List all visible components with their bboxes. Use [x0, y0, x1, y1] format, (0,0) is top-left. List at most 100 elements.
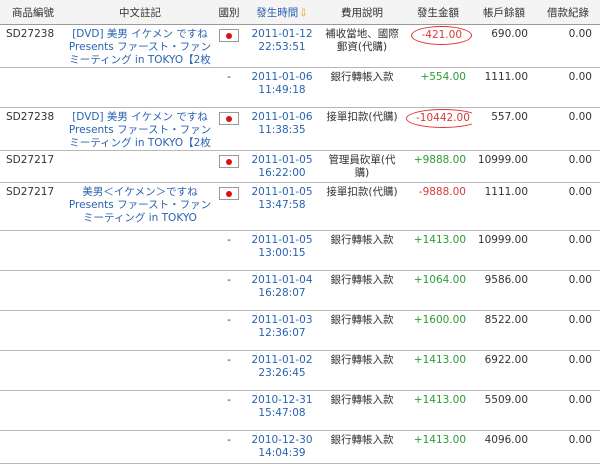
cell-time: 2010-12-30 14:04:39 [244, 430, 320, 464]
cell-time: 2010-12-31 15:47:08 [244, 390, 320, 431]
cell-item-note [66, 310, 214, 351]
cell-time: 2011-01-06 11:38:35 [244, 107, 320, 151]
time-clock: 13:47:58 [258, 199, 306, 211]
table-row: -2010-12-30 14:04:39 銀行轉帳入款 +1413.00 4096.00… [0, 430, 600, 464]
cell-item-note: [DVD] 美男 イケメン ですね Presents ファースト・ファンミーティ… [66, 107, 214, 151]
header-item-note: 中文註記 [66, 0, 214, 25]
cell-country [214, 182, 244, 231]
cell-loan: 0.00 [536, 67, 600, 108]
country-text: - [227, 234, 231, 246]
cell-time: 2011-01-06 11:49:18 [244, 67, 320, 108]
cell-product-id [0, 350, 66, 391]
cell-country: - [214, 270, 244, 311]
cell-product-id: SD27217 [0, 150, 66, 183]
table-row: -2011-01-04 16:28:07 銀行轉帳入款 +1064.00 9586.00… [0, 270, 600, 311]
cell-amount: -421.00 [404, 24, 472, 68]
cell-country [214, 24, 244, 68]
time-date: 2011-01-05 [251, 186, 313, 198]
table-body: SD27238 [DVD] 美男 イケメン ですね Presents ファースト・… [0, 24, 600, 464]
cell-amount: -10442.00 [404, 107, 472, 151]
time-clock: 23:26:45 [258, 367, 306, 379]
cell-time: 2011-01-05 13:47:58 [244, 182, 320, 231]
cell-description: 銀行轉帳入款 [320, 350, 404, 391]
time-date: 2011-01-12 [251, 28, 313, 40]
product-id-link[interactable]: SD27238 [6, 111, 54, 123]
time-date: 2011-01-02 [251, 354, 313, 366]
table-header: 商品編號 中文註記 國別 發生時間⇩ 費用說明 發生金額 帳戶餘額 借款紀錄 [0, 0, 600, 25]
cell-country [214, 150, 244, 183]
country-text: - [227, 394, 231, 406]
table-row: SD27238 [DVD] 美男 イケメン ですね Presents ファースト・… [0, 24, 600, 68]
product-id-link[interactable]: SD27238 [6, 28, 54, 40]
cell-product-id [0, 270, 66, 311]
cell-amount: +1413.00 [404, 390, 472, 431]
cell-country [214, 107, 244, 151]
cell-balance: 9586.00 [472, 270, 536, 311]
table-row: -2011-01-06 11:49:18 銀行轉帳入款 +554.00 1111.00 0… [0, 67, 600, 108]
amount-value: +1413.00 [413, 434, 466, 446]
table-row: -2011-01-05 13:00:15 銀行轉帳入款 +1413.00 10999.0… [0, 230, 600, 271]
amount-value: +9888.00 [413, 154, 466, 166]
product-id-link[interactable]: SD27217 [6, 186, 54, 198]
cell-balance: 10999.00 [472, 150, 536, 183]
time-clock: 22:53:51 [258, 41, 306, 53]
cell-product-id: SD27238 [0, 107, 66, 151]
cell-time: 2011-01-05 13:00:15 [244, 230, 320, 271]
time-date: 2011-01-05 [251, 154, 313, 166]
country-text: - [227, 71, 231, 83]
time-clock: 16:28:07 [258, 287, 306, 299]
table-row: SD27217 美男＜イケメン＞ですね Presents ファースト・ファンミーテ… [0, 182, 600, 231]
time-clock: 11:38:35 [258, 124, 306, 136]
cell-balance: 6922.00 [472, 350, 536, 391]
cell-amount: +9888.00 [404, 150, 472, 183]
cell-description: 銀行轉帳入款 [320, 310, 404, 351]
cell-loan: 0.00 [536, 270, 600, 311]
cell-amount: +1413.00 [404, 350, 472, 391]
cell-product-id [0, 230, 66, 271]
cell-country: - [214, 310, 244, 351]
cell-country: - [214, 390, 244, 431]
cell-amount: +1064.00 [404, 270, 472, 311]
amount-value: +554.00 [420, 71, 466, 83]
cell-loan: 0.00 [536, 310, 600, 351]
item-title-link[interactable]: 美男＜イケメン＞ですね Presents ファースト・ファンミーティング in … [69, 186, 211, 224]
cell-description: 銀行轉帳入款 [320, 430, 404, 464]
time-date: 2010-12-30 [251, 434, 313, 446]
cell-description: 補收當地、國際郵資(代購) [320, 24, 404, 68]
cell-balance: 5509.00 [472, 390, 536, 431]
time-clock: 14:04:39 [258, 447, 306, 459]
cell-item-note [66, 270, 214, 311]
japan-flag-icon [219, 112, 239, 125]
cell-item-note [66, 67, 214, 108]
cell-item-note [66, 350, 214, 391]
amount-highlighted: -10442.00 [406, 109, 472, 128]
amount-value: +1413.00 [413, 394, 466, 406]
cell-amount: +554.00 [404, 67, 472, 108]
time-clock: 11:49:18 [258, 84, 306, 96]
product-id-link[interactable]: SD27217 [6, 154, 54, 166]
cell-loan: 0.00 [536, 350, 600, 391]
cell-time: 2011-01-04 16:28:07 [244, 270, 320, 311]
cell-product-id [0, 67, 66, 108]
header-time-label: 發生時間 [256, 6, 299, 19]
time-clock: 13:00:15 [258, 247, 306, 259]
cell-description: 銀行轉帳入款 [320, 390, 404, 431]
country-text: - [227, 274, 231, 286]
cell-item-note: 美男＜イケメン＞ですね Presents ファースト・ファンミーティング in … [66, 182, 214, 231]
japan-flag-icon [219, 29, 239, 42]
table-row: -2011-01-03 12:36:07 銀行轉帳入款 +1600.00 8522.00… [0, 310, 600, 351]
cell-country: - [214, 430, 244, 464]
cell-balance: 557.00 [472, 107, 536, 151]
cell-description: 銀行轉帳入款 [320, 67, 404, 108]
amount-value: +1600.00 [413, 314, 466, 326]
cell-description: 接單扣款(代購) [320, 107, 404, 151]
cell-balance: 10999.00 [472, 230, 536, 271]
cell-description: 接單扣款(代購) [320, 182, 404, 231]
header-time-sort[interactable]: 發生時間⇩ [244, 0, 320, 25]
transactions-table: 商品編號 中文註記 國別 發生時間⇩ 費用說明 發生金額 帳戶餘額 借款紀錄 S… [0, 0, 600, 464]
cell-loan: 0.00 [536, 24, 600, 68]
cell-amount: +1413.00 [404, 230, 472, 271]
cell-item-note [66, 390, 214, 431]
cell-loan: 0.00 [536, 390, 600, 431]
cell-balance: 690.00 [472, 24, 536, 68]
